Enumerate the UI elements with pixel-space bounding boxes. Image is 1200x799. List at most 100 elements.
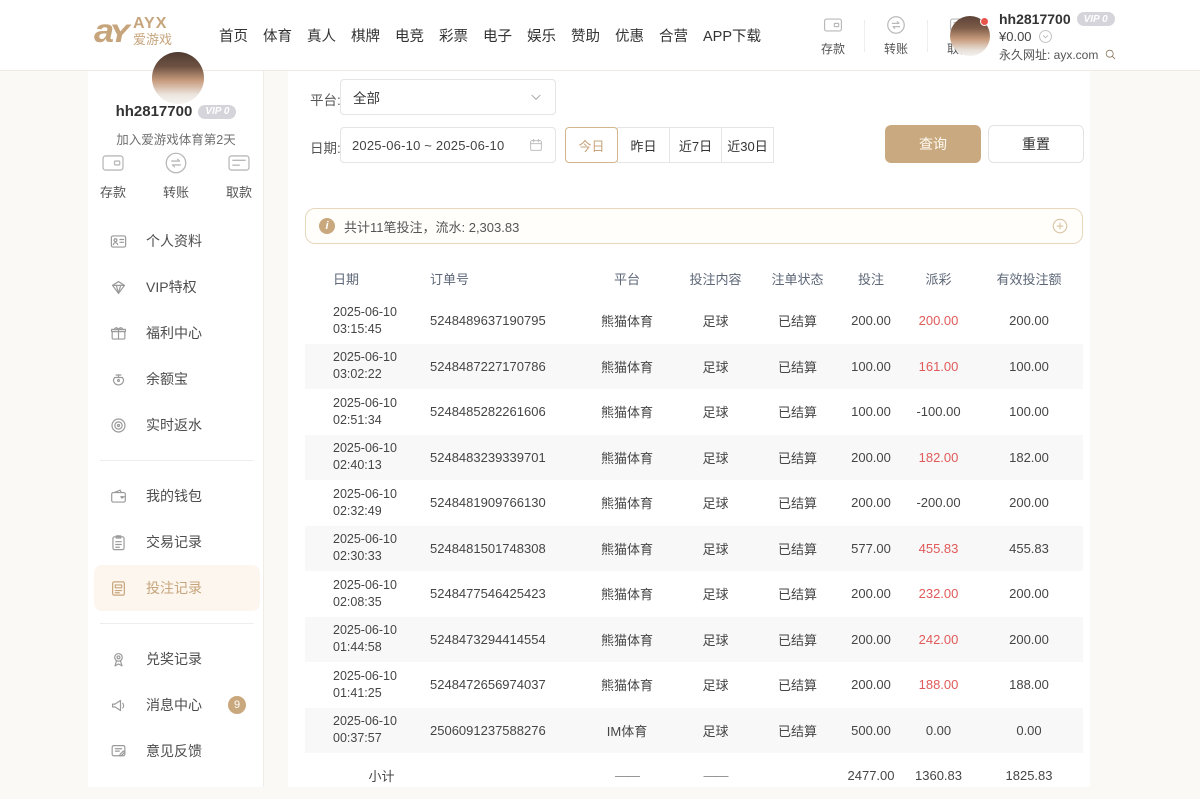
quick-date-今日[interactable]: 今日 [565,127,618,163]
brand-logo[interactable]: aʏ AYX 爱游戏 [94,13,172,49]
sidebar-item-VIP特权[interactable]: VIP特权 [94,264,260,310]
nav-item-优惠[interactable]: 优惠 [615,25,644,46]
sidebar-wallet-action-转账[interactable]: 转账 [163,150,189,201]
time-value: 03:15:45 [333,321,430,338]
cell-payout: 232.00 [902,586,975,601]
nav-item-首页[interactable]: 首页 [219,25,248,46]
cell-valid: 200.00 [975,586,1083,601]
nav-item-娱乐[interactable]: 娱乐 [527,25,556,46]
sidebar-wallet-action-存款[interactable]: 存款 [100,150,126,201]
date-value: 2025-06-10 [333,440,430,457]
nav-item-电竞[interactable]: 电竞 [395,25,424,46]
nav-item-电子[interactable]: 电子 [483,25,512,46]
cell-order: 5248477546425423 [430,586,578,601]
transactions-icon [109,533,128,552]
sidebar-item-意见反馈[interactable]: 意见反馈 [94,728,260,774]
sidebar-item-投注记录[interactable]: 投注记录 [94,565,260,611]
logo-mark-icon: aʏ [94,14,126,47]
date-value: 2025-06-10 [333,622,430,639]
subtotal-valid: 1825.83 [975,768,1083,783]
main-content: 平台: 全部 日期: 2025-06-10 ~ 2025-06-10 今日昨日近… [288,71,1090,787]
column-header-订单号: 订单号 [430,269,578,288]
nav-item-彩票[interactable]: 彩票 [439,25,468,46]
quick-date-近30日[interactable]: 近30日 [721,127,774,163]
sidebar-item-余额宝[interactable]: 余额宝 [94,356,260,402]
reset-button[interactable]: 重置 [988,125,1084,163]
header-action-label: 转账 [884,40,908,57]
cell-content: 足球 [676,675,755,694]
calendar-icon [528,137,544,153]
sidebar-item-实时返水[interactable]: 实时返水 [94,402,260,448]
table-row: 2025-06-1001:44:585248473294414554熊猫体育足球… [305,617,1083,663]
nav-item-真人[interactable]: 真人 [307,25,336,46]
cell-payout: 161.00 [902,359,975,374]
balance-value: ¥0.00 [999,29,1032,44]
cell-payout: 455.83 [902,541,975,556]
cell-payout: -100.00 [902,404,975,419]
menu-divider [100,460,254,461]
brand-name-cn: 爱游戏 [133,33,172,47]
nav-item-APP下载[interactable]: APP下载 [703,25,761,46]
subtotal-bet: 2477.00 [840,768,902,783]
platform-select[interactable]: 全部 [340,79,556,115]
cell-date: 2025-06-1003:15:45 [333,304,430,338]
sidebar-item-label: 我的钱包 [146,486,202,506]
cell-payout: 188.00 [902,677,975,692]
header-action-转账[interactable]: 转账 [873,14,919,57]
sidebar-wallet-action-取款[interactable]: 取款 [226,150,252,201]
search-icon[interactable] [1104,48,1117,61]
cell-valid: 0.00 [975,723,1083,738]
sidebar-item-label: 余额宝 [146,369,188,389]
cell-status: 已结算 [755,357,840,376]
nav-item-体育[interactable]: 体育 [263,25,292,46]
sidebar-item-我的钱包[interactable]: 我的钱包 [94,473,260,519]
cell-status: 已结算 [755,402,840,421]
header-action-存款[interactable]: 存款 [810,14,856,57]
sidebar-item-交易记录[interactable]: 交易记录 [94,519,260,565]
table-row: 2025-06-1002:08:355248477546425423熊猫体育足球… [305,571,1083,617]
time-value: 02:30:33 [333,548,430,565]
header-action-label: 存款 [821,40,845,57]
quick-date-昨日[interactable]: 昨日 [617,127,670,163]
quick-date-近7日[interactable]: 近7日 [669,127,722,163]
welfare-icon [109,324,128,343]
search-button[interactable]: 查询 [885,125,981,163]
cell-order: 5248473294414554 [430,632,578,647]
sidebar-item-个人资料[interactable]: 个人资料 [94,218,260,264]
cell-bet: 200.00 [840,586,902,601]
header-avatar[interactable] [950,16,990,56]
date-value: 2025-06-10 [333,668,430,685]
cell-payout: 182.00 [902,450,975,465]
cell-date: 2025-06-1002:08:35 [333,577,430,611]
date-range-input[interactable]: 2025-06-10 ~ 2025-06-10 [340,127,556,163]
column-header-注单状态: 注单状态 [755,269,840,288]
nav-item-赞助[interactable]: 赞助 [571,25,600,46]
expand-plus-icon[interactable] [1051,217,1069,235]
cell-platform: 熊猫体育 [578,357,676,376]
sidebar-item-label: 投注记录 [146,578,202,598]
time-value: 03:02:22 [333,366,430,383]
yuebao-icon [109,370,128,389]
cell-bet: 200.00 [840,495,902,510]
cell-order: 5248489637190795 [430,313,578,328]
summary-text: 共计11笔投注，流水: 2,303.83 [344,217,519,236]
cell-order: 2506091237588276 [430,723,578,738]
sidebar-item-消息中心[interactable]: 消息中心9 [94,682,260,728]
balance-refresh-chevron-icon[interactable] [1038,29,1053,44]
date-value: 2025-06-10 [333,304,430,321]
cell-bet: 200.00 [840,632,902,647]
nav-item-棋牌[interactable]: 棋牌 [351,25,380,46]
rebate-icon [109,416,128,435]
sidebar-item-label: 意见反馈 [146,741,202,761]
cell-valid: 182.00 [975,450,1083,465]
cell-date: 2025-06-1000:37:57 [333,713,430,747]
nav-item-合营[interactable]: 合营 [659,25,688,46]
sidebar-item-兑奖记录[interactable]: 兑奖记录 [94,636,260,682]
sidebar-item-福利中心[interactable]: 福利中心 [94,310,260,356]
cell-platform: 熊猫体育 [578,448,676,467]
cell-platform: 熊猫体育 [578,675,676,694]
date-value: 2025-06-10 [333,577,430,594]
cell-date: 2025-06-1002:40:13 [333,440,430,474]
cell-status: 已结算 [755,448,840,467]
sidebar-menu: 个人资料VIP特权福利中心余额宝实时返水我的钱包交易记录投注记录兑奖记录消息中心… [94,218,260,774]
